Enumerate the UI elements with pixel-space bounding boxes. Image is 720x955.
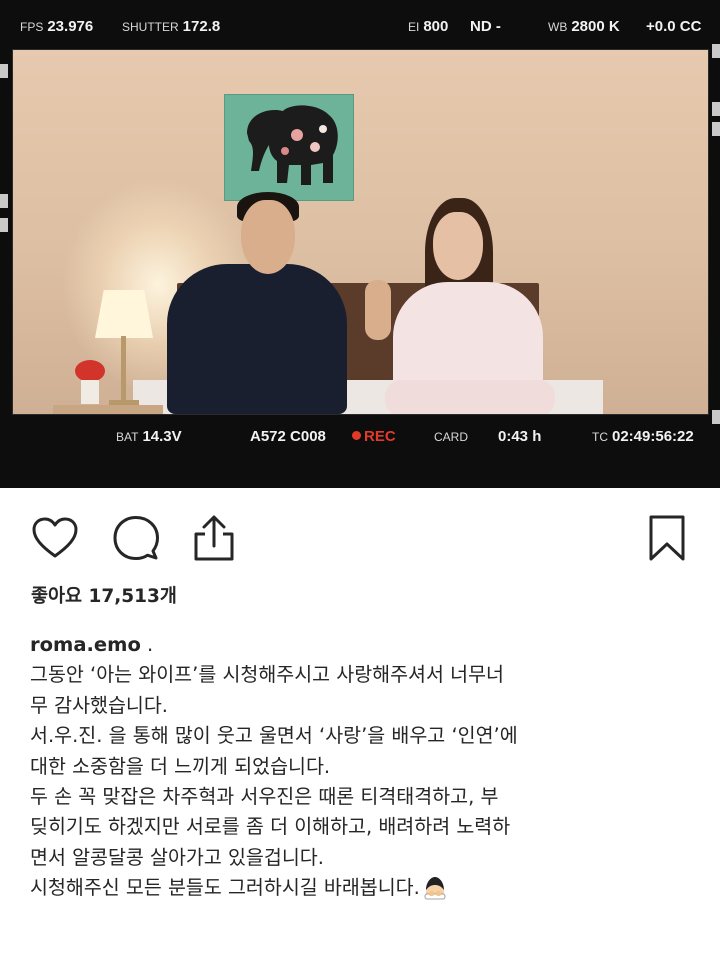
caption-line: 무 감사했습니다. [30,693,168,717]
woman-legs [385,380,555,414]
hud-card: CARD [434,430,469,444]
hud-battery: BAT 14.3V [116,428,182,445]
caption-last-line: 시청해주신 모든 분들도 그러하시길 바래봅니다. [30,873,702,903]
monitor-side-marker [712,122,720,136]
share-button[interactable] [189,513,239,563]
held-hands [365,280,391,340]
plant-pot [81,380,99,404]
monitor-side-marker [0,218,8,232]
nightstand [53,405,163,414]
heart-icon [32,517,78,558]
save-button[interactable] [642,513,692,563]
monitor-side-marker [0,64,8,78]
lamp-pole [121,336,126,402]
username-link[interactable]: roma.emo [30,633,141,656]
woman-face [433,212,483,280]
man-face [241,200,295,274]
bookmark-icon [649,515,685,561]
caption-line: 면서 알콩달콩 살아가고 있을겁니다. [30,845,324,869]
caption-line: 대한 소중함을 더 느끼게 되었습니다. [30,754,331,778]
hud-timecode: TC 02:49:56:22 [592,428,694,445]
hud-cc: +0.0 CC [646,18,702,35]
elephant-icon [247,105,338,185]
hud-card-time: 0:43 h [498,428,542,445]
hud-wb: WB 2800 K [548,18,620,35]
caption-header: roma.emo . [30,633,154,656]
red-plant [75,360,105,382]
comment-button[interactable] [111,513,161,563]
hud-shutter: SHUTTER 172.8 [122,18,221,35]
camera-frame [12,49,709,415]
comment-icon [113,516,159,560]
hud-fps: FPS 23.976 [20,18,94,35]
like-button[interactable] [30,513,80,563]
person-bowing-emoji-icon [424,877,446,900]
lamp-shade [95,290,153,338]
elephant-painting [224,94,354,201]
post-actions [0,505,720,569]
post-photo[interactable]: FPS 23.976 SHUTTER 172.8 EI 800 ND - WB 2800… [0,0,720,488]
monitor-side-marker [712,102,720,116]
monitor-side-marker [712,44,720,58]
monitor-side-marker [0,194,8,208]
hud-rec: REC [352,428,396,450]
hud-clip: A572 C008 [250,428,326,445]
caption-line: 그동안 ‘아는 와이프’를 시청해주시고 사랑해주셔서 너무너 [30,663,504,687]
caption-line: 두 손 꼭 맞잡은 차주혁과 서우진은 때론 티격태격하고, 부 [30,785,499,809]
monitor-side-marker [712,410,720,424]
hud-nd: ND - [470,18,501,35]
caption-line: 서.우.진. 을 통해 많이 웃고 울면서 ‘사랑’을 배우고 ‘인연’에 [30,724,518,748]
likes-count[interactable]: 좋아요 17,513개 [31,582,177,608]
rec-dot-icon [352,431,361,440]
hud-ei: EI 800 [408,18,449,35]
caption-line: 딪히기도 하겠지만 서로를 좀 더 이해하고, 배려하려 노력하 [30,815,511,839]
share-icon [194,515,234,561]
post-caption: roma.emo . 그동안 ‘아는 와이프’를 시청해주시고 사랑해주셔서 너… [30,630,702,904]
lamp-base [109,400,139,405]
man-figure [167,264,347,414]
